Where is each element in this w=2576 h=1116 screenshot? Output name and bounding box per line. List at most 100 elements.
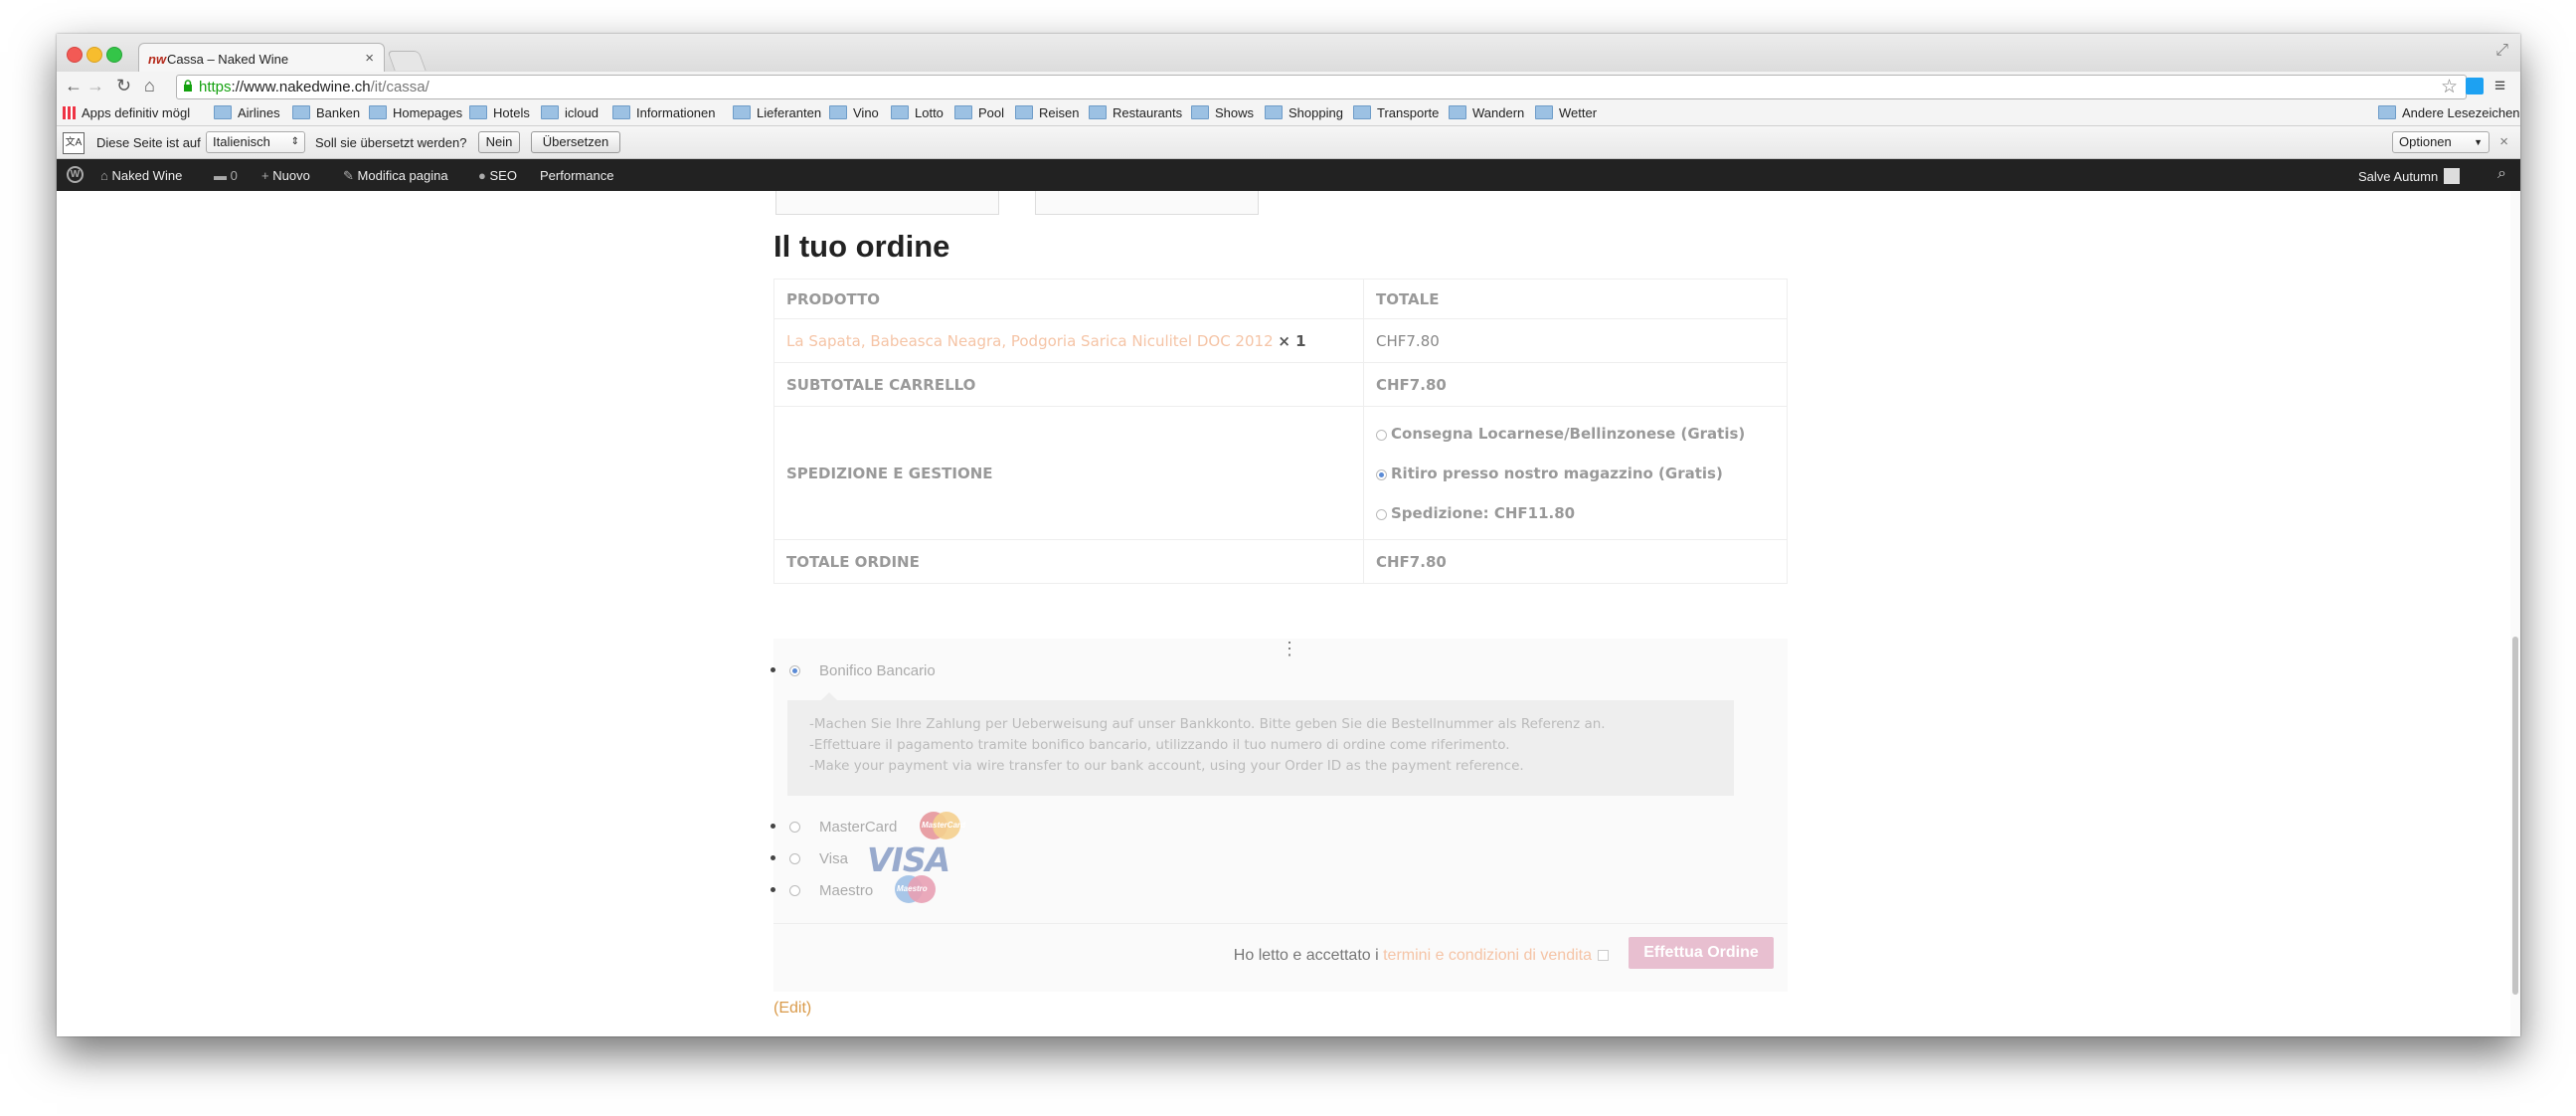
radio-button-selected[interactable] [1376,468,1387,480]
toolbar: ← → ↻ ⌂ https://www.nakedwine.ch/it/cass… [57,72,2520,101]
apps-icon [63,106,76,119]
list-bullet [771,887,775,892]
comment-icon: ▬ [214,168,227,183]
radio-button[interactable] [1376,508,1387,520]
wp-admin-bar: W ⌂ Naked Wine ▬ 0 + Nuovo ✎ Modifica pa… [57,159,2520,191]
bookmark-folder[interactable]: Homepages [369,105,462,120]
tab-close-icon[interactable]: × [365,50,374,67]
home-icon[interactable]: ⌂ [144,76,155,96]
bookmark-folder[interactable]: Restaurants [1089,105,1182,120]
hamburger-menu-icon[interactable]: ≡ [2494,76,2505,97]
comments-link[interactable]: ▬ 0 [214,168,238,183]
folder-icon [369,105,387,119]
divider [773,923,1788,924]
table-row: SPEDIZIONE E GESTIONE Consegna Locarnese… [773,406,1788,540]
scrollbar-thumb[interactable] [2512,637,2518,995]
new-content-link[interactable]: + Nuovo [261,168,310,183]
terms-checkbox[interactable] [1598,950,1609,961]
tab-title: Cassa – Naked Wine [167,52,289,67]
shipping-option[interactable]: Consegna Locarnese/Bellinzonese (Gratis) [1376,414,1775,454]
close-window-button[interactable] [67,47,83,63]
bookmark-folder[interactable]: Banken [292,105,360,120]
site-name-link[interactable]: ⌂ Naked Wine [100,168,182,183]
billing-field-partial[interactable] [775,191,999,215]
visa-logo-icon: VISA [867,840,950,879]
order-total-value: CHF7.80 [1363,539,1788,584]
terms-link[interactable]: termini e condizioni di vendita [1383,947,1592,964]
list-bullet [771,824,775,829]
product-link[interactable]: La Sapata, Babeasca Neagra, Podgoria Sar… [786,332,1274,350]
address-bar[interactable]: https://www.nakedwine.ch/it/cassa/ ☆ [176,75,2467,99]
bookmark-folder[interactable]: icloud [541,105,599,120]
account-menu[interactable]: Salve Autumn [2358,168,2461,184]
seo-status-icon: ● [478,168,486,183]
bookmark-folder[interactable]: Reisen [1015,105,1079,120]
bookmark-folder[interactable]: Wetter [1535,105,1597,120]
folder-icon [1449,105,1466,119]
bookmark-other[interactable]: Andere Lesezeichen [2378,105,2520,120]
maestro-logo-icon: Maestro [895,875,936,903]
back-arrow-icon[interactable]: ← [65,76,83,96]
shipping-option[interactable]: Ritiro presso nostro magazzino (Gratis) [1376,454,1775,493]
search-icon[interactable]: ⌕ [2497,165,2506,183]
bookmark-apps[interactable]: Apps definitiv mögl [63,105,190,120]
zoom-window-button[interactable] [106,47,122,63]
bookmark-folder[interactable]: Transporte [1353,105,1439,120]
translate-button[interactable]: Übersetzen [531,131,620,153]
edit-link[interactable]: (Edit) [773,1000,811,1018]
bookmark-folder[interactable]: Wandern [1449,105,1524,120]
terms-text: Ho letto e accettato i termini e condizi… [1234,947,1609,965]
radio-button[interactable] [1376,429,1387,441]
subtotal-label: SUBTOTALE CARRELLO [773,362,1364,407]
avatar [2444,168,2461,184]
bookmark-folder[interactable]: Informationen [612,105,716,120]
order-review-title: Il tuo ordine [773,229,950,264]
more-dots-icon: ⋮ [1281,639,1298,658]
performance-link[interactable]: Performance [540,168,613,183]
seo-link[interactable]: ● SEO [478,168,517,183]
forward-arrow-icon[interactable]: → [86,76,104,96]
twitter-extension-icon[interactable] [2466,78,2484,94]
infobar-close-icon[interactable]: × [2499,133,2508,150]
bookmark-folder[interactable]: Lotto [891,105,944,120]
bookmark-folder[interactable]: Shows [1191,105,1254,120]
reload-icon[interactable]: ↻ [116,76,131,96]
bookmark-folder[interactable]: Airlines [214,105,280,120]
fullscreen-icon[interactable]: ⤢ [2495,42,2508,60]
payment-description: -Machen Sie Ihre Zahlung per Ueberweisun… [787,692,1734,796]
bookmark-folder[interactable]: Pool [954,105,1004,120]
new-tab-button[interactable] [387,51,427,71]
bookmark-folder[interactable]: Vino [829,105,879,120]
description-line: -Make your payment via wire transfer to … [809,758,1524,774]
radio-button[interactable] [789,822,800,833]
bookmark-folder[interactable]: Lieferanten [733,105,821,120]
folder-icon [292,105,310,119]
folder-icon [2378,105,2396,119]
order-total-label: TOTALE ORDINE [773,539,1364,584]
minimize-window-button[interactable] [86,47,102,63]
language-select[interactable]: Italienisch ⇕ [206,131,305,153]
payment-section: ⋮ Bonifico Bancario -Machen Sie Ihre Zah… [771,639,1788,992]
shipping-option[interactable]: Spedizione: CHF11.80 [1376,493,1775,533]
radio-button-selected[interactable] [789,665,800,676]
description-arrow [821,692,837,700]
wordpress-logo-icon[interactable]: W [67,166,84,183]
options-select[interactable]: Optionen ▼ [2392,131,2490,153]
table-header-row: PRODOTTO TOTALE [773,279,1788,319]
radio-button[interactable] [789,885,800,896]
folder-icon [214,105,232,119]
place-order-button[interactable]: Effettua Ordine [1629,937,1774,969]
edit-page-link[interactable]: ✎ Modifica pagina [343,168,448,184]
radio-button[interactable] [789,853,800,864]
bookmark-folder[interactable]: Hotels [469,105,530,120]
product-quantity: × 1 [1278,331,1306,350]
billing-field-partial[interactable] [1035,191,1259,215]
no-button[interactable]: Nein [478,131,520,153]
translate-prefix: Diese Seite ist auf [96,135,201,150]
bookmark-folder[interactable]: Shopping [1265,105,1343,120]
shipping-label: SPEDIZIONE E GESTIONE [773,406,1364,540]
folder-icon [469,105,487,119]
scrollbar[interactable] [2510,191,2520,1036]
bookmark-star-icon[interactable]: ☆ [2441,76,2458,98]
browser-tab[interactable]: nw Cassa – Naked Wine × [138,43,385,73]
